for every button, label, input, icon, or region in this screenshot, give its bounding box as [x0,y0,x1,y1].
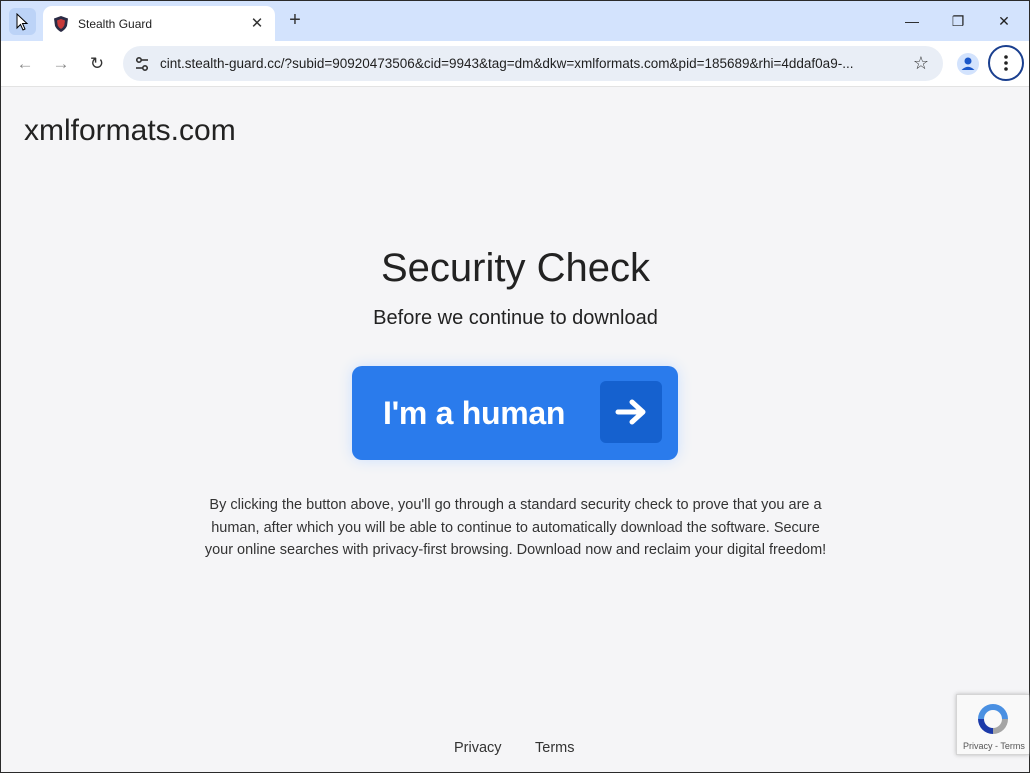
shield-icon [53,15,69,32]
tab-strip: Stealth Guard ✕ + — ❐ ✕ [1,1,1029,41]
tab-title: Stealth Guard [78,16,153,31]
terms-link[interactable]: Terms [535,740,574,756]
reload-button[interactable]: ↻ [85,52,109,76]
recaptcha-links[interactable]: Privacy - Terms [963,741,1025,751]
tab-search-button[interactable] [9,8,36,35]
site-domain: xmlformats.com [24,114,236,147]
new-tab-button[interactable]: + [284,9,306,31]
minimize-button[interactable]: — [897,9,927,33]
arrow-right-icon [600,381,662,443]
active-tab[interactable]: Stealth Guard ✕ [43,6,275,41]
page-title: Security Check [381,246,650,290]
kebab-menu-icon[interactable] [988,45,1024,81]
description-text: By clicking the button above, you'll go … [204,497,827,558]
button-label: I'm a human [383,394,566,431]
url-text[interactable]: cint.stealth-guard.cc/?subid=90920473506… [160,56,902,71]
recaptcha-badge[interactable]: Privacy - Terms [956,694,1029,755]
forward-button[interactable]: → [49,52,73,76]
bookmark-star-icon[interactable]: ☆ [913,53,929,74]
browser-window: Stealth Guard ✕ + — ❐ ✕ ← → ↻ cint.steal… [0,0,1030,773]
privacy-link[interactable]: Privacy [454,740,502,756]
site-info-icon[interactable] [133,55,151,73]
recaptcha-icon [975,701,1011,737]
browser-toolbar: ← → ↻ cint.stealth-guard.cc/?subid=90920… [1,41,1029,87]
tab-close-button[interactable]: ✕ [249,15,265,32]
page-content: xmlformats.com Security Check Before we … [2,88,1029,768]
restore-button[interactable]: ❐ [943,9,973,33]
close-window-button[interactable]: ✕ [989,9,1019,33]
im-a-human-button[interactable]: I'm a human [352,366,678,460]
back-button[interactable]: ← [13,52,37,76]
cursor-icon [16,12,28,31]
profile-icon[interactable] [956,52,980,76]
address-bar[interactable]: cint.stealth-guard.cc/?subid=90920473506… [123,46,943,81]
page-subtitle: Before we continue to download [373,307,658,329]
